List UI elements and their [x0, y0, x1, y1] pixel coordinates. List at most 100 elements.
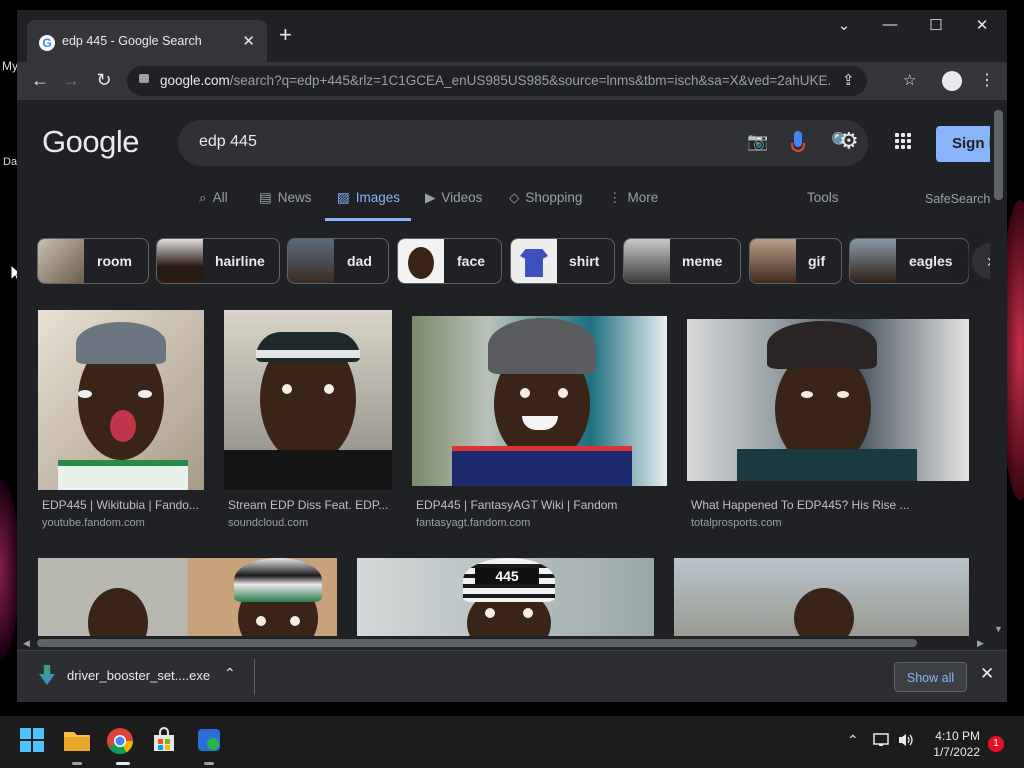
chip-meme[interactable]: meme: [623, 238, 741, 284]
tab-label: All: [212, 190, 228, 205]
chip-face[interactable]: face: [397, 238, 502, 284]
sign-in-button[interactable]: Sign in: [936, 126, 990, 162]
tag-icon: ◇: [509, 190, 520, 205]
lock-icon[interactable]: [139, 74, 149, 83]
tab-shopping[interactable]: ◇ Shopping: [509, 190, 582, 206]
taskbar-clock[interactable]: 4:10 PM 1/7/2022: [924, 728, 980, 760]
show-all-button[interactable]: Show all: [894, 662, 967, 692]
microphone-icon[interactable]: [791, 131, 805, 152]
result-image[interactable]: [412, 316, 667, 486]
settings-gear-icon[interactable]: ⚙: [839, 128, 859, 154]
tab-close-icon[interactable]: ✕: [242, 32, 255, 50]
tab-news[interactable]: ▤ News: [259, 190, 312, 206]
result-source: fantasyagt.fandom.com: [416, 517, 531, 529]
chip-dad[interactable]: dad: [287, 238, 389, 284]
result-image[interactable]: [38, 310, 204, 490]
chip-label: dad: [347, 253, 372, 269]
browser-tab[interactable]: G edp 445 - Google Search ✕: [27, 20, 267, 62]
chip-thumbnail: [850, 239, 896, 283]
address-bar[interactable]: google.com/search?q=edp+445&rlz=1C1GCEA_…: [127, 66, 867, 96]
chevron-right-icon[interactable]: ›: [972, 243, 990, 279]
images-icon: ▨: [337, 190, 350, 205]
tab-videos[interactable]: ▶ Videos: [425, 190, 482, 206]
chip-label: face: [457, 253, 486, 269]
result-title[interactable]: What Happened To EDP445? His Rise ...: [691, 498, 910, 512]
scroll-left-arrow-icon[interactable]: ◀: [23, 638, 30, 649]
horizontal-scrollbar[interactable]: ◀ ▶: [17, 636, 1007, 650]
file-explorer-icon[interactable]: [63, 727, 93, 757]
maximize-button[interactable]: ☐: [913, 16, 959, 34]
google-logo[interactable]: Google: [42, 124, 139, 160]
notification-badge[interactable]: 1: [988, 736, 1004, 752]
desktop-icon-label[interactable]: Da: [3, 156, 17, 168]
google-results-page: Google edp 445 📷 🔍 ⚙ Sign in ⌕All ▤News …: [17, 100, 990, 636]
running-indicator: [204, 762, 214, 765]
chip-thumbnail: [750, 239, 796, 283]
close-icon[interactable]: ✕: [980, 664, 994, 684]
scrollbar-thumb[interactable]: [994, 110, 1003, 200]
more-vertical-icon: ⋮: [608, 190, 622, 205]
download-file-icon[interactable]: [39, 665, 55, 685]
chip-thumbnail: [38, 239, 84, 283]
tab-more[interactable]: ⋮ More: [608, 190, 658, 206]
download-file-name[interactable]: driver_booster_set....exe: [67, 668, 210, 683]
tab-all[interactable]: ⌕ All: [199, 190, 228, 206]
search-box[interactable]: edp 445 📷 🔍: [178, 120, 868, 166]
network-icon[interactable]: [873, 732, 891, 751]
back-arrow-icon[interactable]: ←: [28, 70, 52, 91]
desktop-icon-label[interactable]: My: [2, 59, 18, 73]
chip-eagles[interactable]: eagles: [849, 238, 969, 284]
volume-icon[interactable]: [897, 732, 915, 751]
chip-room[interactable]: room: [37, 238, 149, 284]
chevron-up-icon[interactable]: ⌃: [847, 732, 859, 749]
safesearch-button[interactable]: SafeSearch: [925, 192, 990, 206]
chip-label: gif: [808, 253, 826, 269]
chrome-icon[interactable]: [106, 727, 136, 757]
tab-images[interactable]: ▨ Images: [337, 190, 400, 206]
chip-thumbnail: [624, 239, 670, 283]
scroll-down-arrow-icon[interactable]: ▼: [994, 624, 1003, 634]
chrome-menu-icon[interactable]: ⋮: [979, 70, 995, 90]
driver-booster-icon[interactable]: [196, 727, 226, 757]
divider: [254, 659, 255, 695]
reload-icon[interactable]: ↻: [92, 70, 116, 91]
search-input[interactable]: edp 445: [199, 133, 257, 151]
tab-search-dropdown-icon[interactable]: ⌄: [821, 16, 867, 34]
chrome-window: G edp 445 - Google Search ✕ + ⌄ — ☐ ✕ ← …: [17, 10, 1007, 702]
close-window-button[interactable]: ✕: [959, 16, 1005, 34]
url-path: /search?q=edp+445&rlz=1C1GCEA_enUS985US9…: [229, 73, 830, 88]
result-image[interactable]: [687, 319, 969, 481]
chip-shirt[interactable]: shirt: [510, 238, 615, 284]
result-title[interactable]: Stream EDP Diss Feat. EDP...: [228, 498, 388, 512]
url-text[interactable]: google.com/search?q=edp+445&rlz=1C1GCEA_…: [160, 73, 830, 88]
result-image[interactable]: 445: [357, 558, 654, 636]
minimize-button[interactable]: —: [867, 16, 913, 33]
tools-button[interactable]: Tools: [807, 190, 839, 205]
scrollbar-thumb[interactable]: [37, 639, 917, 647]
result-image[interactable]: [224, 310, 392, 490]
bookmark-star-icon[interactable]: ☆: [903, 71, 916, 89]
chip-label: eagles: [909, 253, 953, 269]
camera-search-icon[interactable]: 📷: [747, 132, 768, 152]
vertical-scrollbar[interactable]: ▼: [990, 100, 1007, 636]
chip-gif[interactable]: gif: [749, 238, 842, 284]
result-title[interactable]: EDP445 | FantasyAGT Wiki | Fandom: [416, 498, 617, 512]
chevron-up-icon[interactable]: ⌃: [224, 665, 236, 682]
windows-start-icon[interactable]: [19, 727, 49, 757]
result-image[interactable]: [674, 558, 969, 636]
microsoft-store-icon[interactable]: [151, 727, 181, 757]
google-apps-icon[interactable]: [895, 133, 911, 149]
tab-label: Images: [355, 190, 401, 205]
chip-hairline[interactable]: hairline: [156, 238, 280, 284]
result-source: youtube.fandom.com: [42, 517, 145, 529]
scroll-right-arrow-icon[interactable]: ▶: [977, 638, 984, 649]
running-indicator: [72, 762, 82, 765]
new-tab-button[interactable]: +: [279, 24, 292, 46]
profile-avatar-icon[interactable]: [942, 71, 962, 91]
forward-arrow-icon[interactable]: →: [59, 70, 83, 91]
result-title[interactable]: EDP445 | Wikitubia | Fando...: [42, 498, 199, 512]
tab-label: News: [277, 190, 312, 205]
result-image[interactable]: [38, 558, 337, 636]
share-icon[interactable]: ⇪: [842, 71, 855, 89]
title-bar[interactable]: G edp 445 - Google Search ✕ + ⌄ — ☐ ✕: [17, 10, 1007, 62]
